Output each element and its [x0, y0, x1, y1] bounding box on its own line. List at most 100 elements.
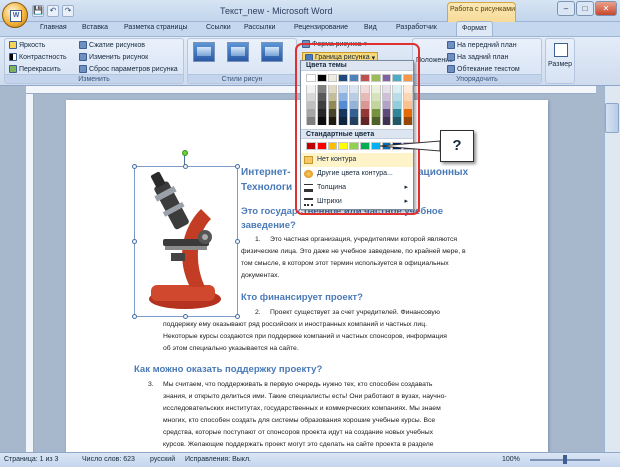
question-callout: ?	[440, 130, 474, 162]
reset-picture-button[interactable]: Сброс параметров рисунка	[79, 65, 178, 73]
doc-title-part1: Интернет-	[241, 167, 291, 178]
rotate-handle[interactable]	[182, 150, 188, 156]
p2-line: Некоторые курсы создаются при поддержке …	[163, 333, 447, 340]
change-picture-button[interactable]: Изменить рисунок	[79, 53, 148, 61]
zoom-level[interactable]: 100%	[502, 456, 520, 463]
change-picture-icon	[79, 53, 87, 61]
p3-number: 3.	[148, 381, 154, 388]
p3-line: многих, кто способен создать для системы…	[163, 417, 436, 424]
p1-line: Это частная организация, учредителями ко…	[270, 236, 458, 243]
doc-title-part1-end: ационных	[418, 167, 469, 178]
callout-pointer	[380, 140, 441, 152]
heading-funding: Кто финансирует проект?	[241, 292, 363, 303]
zoom-slider-thumb[interactable]	[563, 455, 567, 464]
compress-pictures-button[interactable]: Сжатие рисунков	[79, 41, 145, 49]
save-icon[interactable]: 💾	[32, 5, 44, 17]
p2-line: Проект существует за счет учредителей. Ф…	[270, 309, 440, 316]
tab-view[interactable]: Вид	[362, 24, 379, 31]
tab-insert[interactable]: Вставка	[80, 24, 110, 31]
office-logo-icon: W	[10, 10, 22, 22]
contrast-label: Контрастность	[19, 53, 67, 61]
p3-line: средства, которые поступают от спонсоров…	[163, 429, 433, 436]
group-arrange-label: Упорядочить	[413, 74, 541, 83]
tab-home[interactable]: Главная	[38, 24, 69, 31]
tab-format[interactable]: Формат	[456, 21, 493, 37]
tab-mailings[interactable]: Рассылки	[242, 24, 277, 31]
text-wrapping-button[interactable]: Обтекание текстом	[447, 65, 520, 73]
tab-developer[interactable]: Разработчик	[394, 24, 439, 31]
size-label: Размер	[548, 61, 573, 68]
brightness-icon	[9, 41, 17, 49]
bring-to-front-button[interactable]: На передний план	[447, 41, 517, 49]
picture-style-3[interactable]	[261, 42, 283, 62]
status-language[interactable]: русский	[150, 456, 175, 463]
recolor-button[interactable]: Перекрасить	[9, 65, 61, 73]
p2-line: поддержку ему оказывают ряд российских и…	[163, 321, 427, 328]
doc-title-line2: Технологи	[241, 182, 293, 193]
resize-handle[interactable]	[183, 314, 188, 319]
group-size[interactable]: Размер	[545, 38, 575, 84]
quick-access-toolbar: 💾 ↶ ↷	[32, 5, 74, 18]
resize-handle[interactable]	[235, 239, 240, 244]
minimize-button[interactable]: –	[557, 1, 575, 16]
compress-icon	[79, 41, 87, 49]
group-adjust-label: Изменить	[5, 74, 183, 83]
resize-handle[interactable]	[183, 164, 188, 169]
vertical-ruler[interactable]	[26, 94, 34, 452]
picture-style-2[interactable]	[227, 42, 249, 62]
p2-number: 2.	[255, 309, 261, 316]
close-button[interactable]: ✕	[595, 1, 617, 16]
tab-review[interactable]: Рецензирование	[292, 24, 350, 31]
reset-picture-label: Сброс параметров рисунка	[89, 65, 178, 73]
contrast-icon	[9, 53, 17, 61]
brightness-button[interactable]: Яркость	[9, 41, 45, 49]
resize-handle[interactable]	[235, 164, 240, 169]
p1-line: документах.	[241, 272, 280, 279]
bring-front-icon	[447, 41, 455, 49]
tab-references[interactable]: Ссылки	[204, 24, 233, 31]
highlight-frame	[295, 43, 420, 215]
group-adjust: Яркость Контрастность Перекрасить Сжатие…	[4, 38, 184, 84]
picture-style-1[interactable]	[193, 42, 215, 62]
scrollbar-thumb[interactable]	[605, 103, 619, 133]
change-picture-label: Изменить рисунок	[89, 53, 149, 61]
p3-line: исследовательских институтах, государств…	[163, 405, 441, 412]
send-back-label: На задний план	[457, 53, 509, 61]
p2-line: об этом специально указывается на сайте.	[163, 345, 299, 352]
p1-line: том смысле, в котором этот термин исполь…	[241, 260, 449, 267]
status-words[interactable]: Число слов: 623	[82, 456, 135, 463]
send-back-icon	[447, 53, 455, 61]
brightness-label: Яркость	[19, 41, 46, 49]
p3-line: курсов. Желающие поддержать проект могут…	[163, 441, 434, 448]
contrast-button[interactable]: Контрастность	[9, 53, 67, 61]
office-button[interactable]: W	[2, 2, 28, 28]
group-styles-label: Стили рисун	[188, 74, 296, 83]
resize-handle[interactable]	[132, 164, 137, 169]
p3-line: знания, и открыто делиться ими. Такие сп…	[163, 393, 447, 400]
status-track-changes[interactable]: Исправления: Выкл.	[185, 456, 251, 463]
group-arrange: Положение На передний план На задний пла…	[412, 38, 542, 84]
microscope-image	[149, 171, 221, 309]
p1-number: 1.	[255, 236, 261, 243]
resize-handle[interactable]	[132, 314, 137, 319]
reset-picture-icon	[79, 65, 87, 73]
vertical-scrollbar[interactable]	[604, 86, 620, 452]
tab-page-layout[interactable]: Разметка страницы	[122, 24, 190, 31]
undo-icon[interactable]: ↶	[47, 5, 59, 17]
resize-handle[interactable]	[132, 239, 137, 244]
heading-support: Как можно оказать поддержку проекту?	[134, 364, 323, 375]
status-page[interactable]: Страница: 1 из 3	[4, 456, 58, 463]
heading-state-2: заведение?	[241, 220, 296, 231]
send-to-back-button[interactable]: На задний план	[447, 53, 508, 61]
text-wrap-label: Обтекание текстом	[457, 65, 520, 73]
resize-handle[interactable]	[235, 314, 240, 319]
selected-picture[interactable]	[134, 166, 238, 317]
recolor-icon	[9, 65, 17, 73]
redo-icon[interactable]: ↷	[62, 5, 74, 17]
picture-tools-label: Работа с рисунками	[450, 6, 515, 13]
size-icon	[554, 43, 568, 57]
compress-label: Сжатие рисунков	[89, 41, 146, 49]
text-wrap-icon	[447, 65, 455, 73]
recolor-label: Перекрасить	[19, 65, 61, 73]
maximize-button[interactable]: □	[576, 1, 594, 16]
